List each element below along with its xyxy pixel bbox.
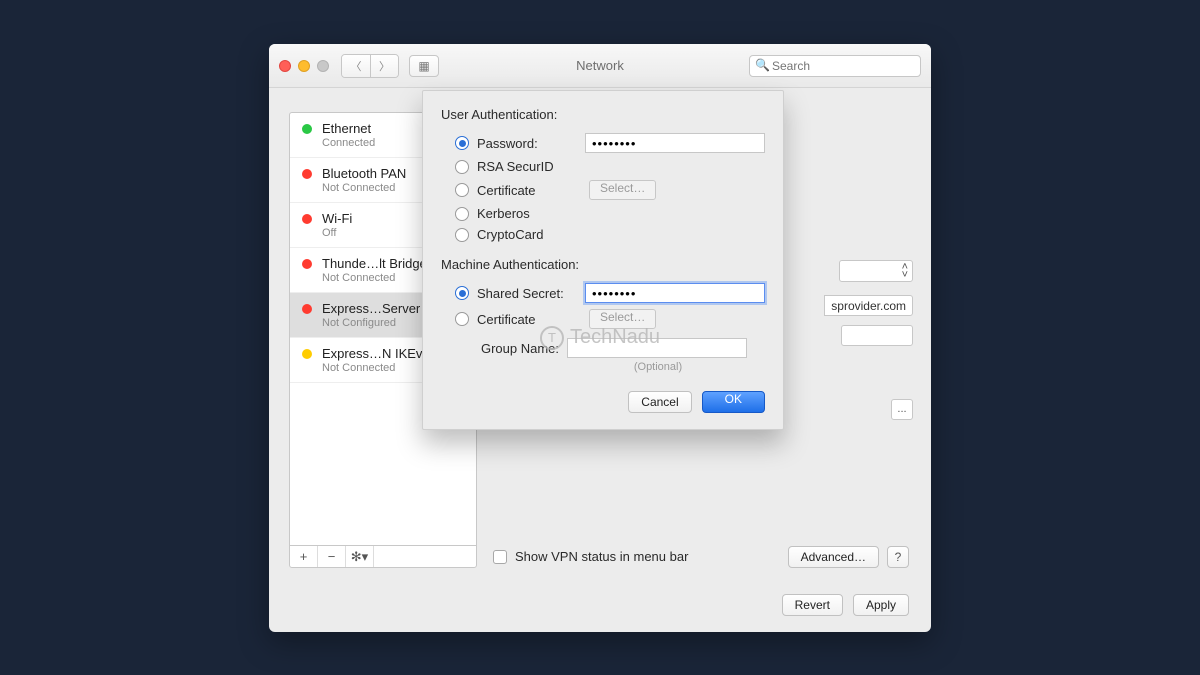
help-button[interactable]: ? <box>887 546 909 568</box>
vpn-status-row: Show VPN status in menu bar <box>493 549 688 564</box>
show-vpn-status-checkbox[interactable] <box>493 550 507 564</box>
advanced-button[interactable]: Advanced… <box>788 546 879 568</box>
minimize-window-button[interactable] <box>298 60 310 72</box>
radio-password[interactable] <box>455 136 469 150</box>
status-dot-icon <box>302 214 312 224</box>
user-auth-rsa-row[interactable]: RSA SecurID <box>441 156 765 177</box>
show-all-button[interactable]: ▦ <box>409 55 439 77</box>
radio-shared-secret[interactable] <box>455 286 469 300</box>
user-auth-password-row[interactable]: Password: <box>441 130 765 156</box>
radio-kerberos-label: Kerberos <box>477 206 530 221</box>
remove-connection-button[interactable]: − <box>318 546 346 567</box>
sidebar-item-label: Bluetooth PAN <box>322 166 406 181</box>
radio-certificate[interactable] <box>455 183 469 197</box>
revert-button[interactable]: Revert <box>782 594 843 616</box>
sidebar-item-label: Express…N IKEv2 <box>322 346 430 361</box>
cancel-button[interactable]: Cancel <box>628 391 691 413</box>
advanced-row: Advanced… ? <box>788 546 909 568</box>
titlebar: 〈 〉 ▦ Network 🔍 <box>269 44 931 88</box>
status-dot-icon <box>302 304 312 314</box>
user-auth-cryptocard-row[interactable]: CryptoCard <box>441 224 765 245</box>
server-address-peek: sprovider.com <box>824 295 913 316</box>
back-button[interactable]: 〈 <box>342 55 370 77</box>
sidebar-item-status: Not Connected <box>322 362 430 374</box>
radio-password-label: Password: <box>477 136 577 151</box>
group-name-input[interactable] <box>567 338 747 358</box>
configuration-popup[interactable]: ˄˅ <box>839 260 913 282</box>
window-controls <box>279 60 329 72</box>
group-name-label: Group Name: <box>455 341 559 356</box>
sidebar-item-status: Not Connected <box>322 182 406 194</box>
shared-secret-input[interactable] <box>585 283 765 303</box>
radio-kerberos[interactable] <box>455 207 469 221</box>
radio-rsa-label: RSA SecurID <box>477 159 554 174</box>
sidebar-item-label: Wi-Fi <box>322 211 352 226</box>
authentication-sheet: User Authentication: Password: RSA Secur… <box>422 90 784 430</box>
password-input[interactable] <box>585 133 765 153</box>
search-icon: 🔍 <box>755 58 770 72</box>
action-menu-button[interactable]: ✻▾ <box>346 546 374 567</box>
sheet-buttons: Cancel OK <box>441 391 765 413</box>
status-dot-icon <box>302 124 312 134</box>
sidebar-item-status: Connected <box>322 137 375 149</box>
machine-cert-select-button[interactable]: Select… <box>589 309 656 329</box>
account-name-peek <box>841 325 913 346</box>
search-input[interactable] <box>749 55 921 77</box>
apply-button[interactable]: Apply <box>853 594 909 616</box>
forward-button[interactable]: 〉 <box>370 55 398 77</box>
radio-cryptocard-label: CryptoCard <box>477 227 543 242</box>
nav-buttons: 〈 〉 <box>341 54 399 78</box>
status-dot-icon <box>302 169 312 179</box>
group-name-optional: (Optional) <box>573 361 743 373</box>
sidebar-item-status: Off <box>322 227 352 239</box>
user-auth-kerberos-row[interactable]: Kerberos <box>441 203 765 224</box>
add-connection-button[interactable]: + <box>290 546 318 567</box>
close-window-button[interactable] <box>279 60 291 72</box>
status-dot-icon <box>302 349 312 359</box>
machine-auth-shared-secret-row[interactable]: Shared Secret: <box>441 280 765 306</box>
user-cert-select-button[interactable]: Select… <box>589 180 656 200</box>
ok-button[interactable]: OK <box>702 391 765 413</box>
machine-auth-heading: Machine Authentication: <box>441 257 765 272</box>
zoom-window-button[interactable] <box>317 60 329 72</box>
group-name-row: Group Name: <box>441 332 765 358</box>
machine-auth-certificate-row[interactable]: Certificate Select… <box>441 306 765 332</box>
radio-certificate-label: Certificate <box>477 183 581 198</box>
radio-machine-certificate[interactable] <box>455 312 469 326</box>
radio-machine-certificate-label: Certificate <box>477 312 581 327</box>
auth-settings-peek: ... <box>891 399 913 420</box>
status-dot-icon <box>302 259 312 269</box>
sidebar-item-label: Thunde…lt Bridge <box>322 256 427 271</box>
sidebar-item-status: Not Connected <box>322 272 427 284</box>
chevron-updown-icon: ˄˅ <box>902 263 908 279</box>
sidebar-item-label: Ethernet <box>322 121 375 136</box>
sidebar-item-label: Express…Server <box>322 301 420 316</box>
user-auth-certificate-row[interactable]: Certificate Select… <box>441 177 765 203</box>
radio-cryptocard[interactable] <box>455 228 469 242</box>
user-auth-heading: User Authentication: <box>441 107 765 122</box>
footer-buttons: Revert Apply <box>782 594 909 616</box>
search-wrap: 🔍 <box>749 55 921 77</box>
show-vpn-status-label: Show VPN status in menu bar <box>515 549 688 564</box>
radio-shared-secret-label: Shared Secret: <box>477 286 577 301</box>
radio-rsa[interactable] <box>455 160 469 174</box>
sidebar-item-status: Not Configured <box>322 317 420 329</box>
sidebar-toolbar: + − ✻▾ <box>290 545 476 567</box>
